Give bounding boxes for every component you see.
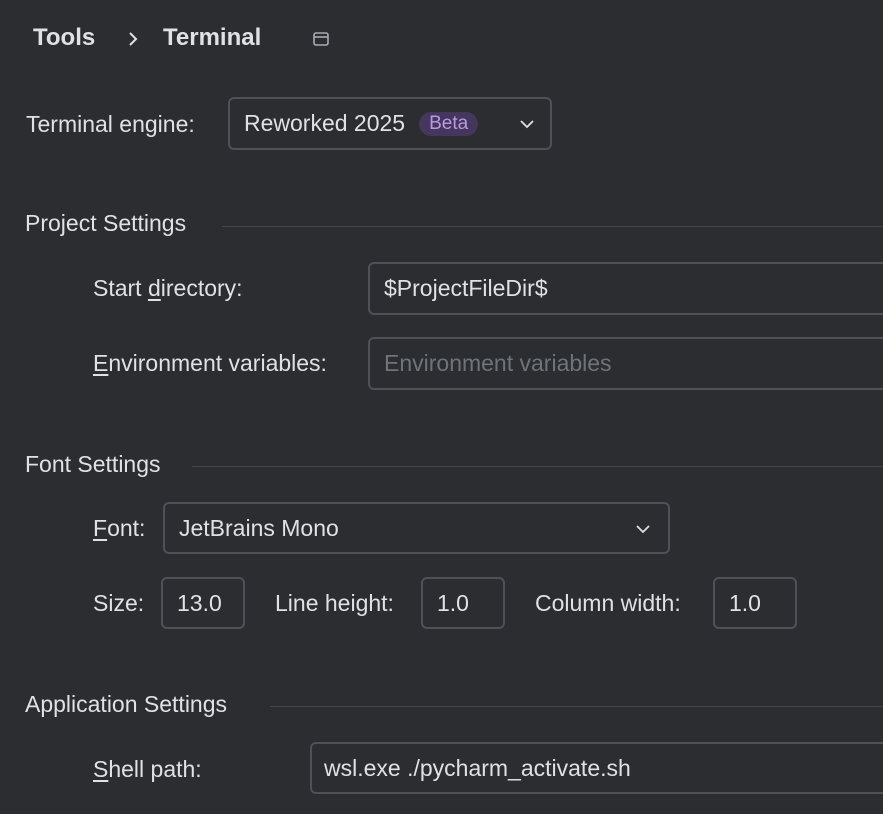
font-settings-title: Font Settings bbox=[25, 451, 161, 477]
chevron-down-icon bbox=[520, 120, 534, 129]
project-settings-separator bbox=[222, 226, 883, 227]
application-settings-separator bbox=[270, 706, 883, 707]
column-width-label: Column width: bbox=[535, 590, 681, 616]
breadcrumb-tools[interactable]: Tools bbox=[33, 24, 95, 52]
chevron-down-icon bbox=[636, 525, 650, 534]
breadcrumb-terminal: Terminal bbox=[163, 24, 262, 51]
chevron-right-icon bbox=[129, 32, 138, 46]
size-field[interactable]: 13.0 bbox=[161, 577, 245, 629]
font-settings-separator bbox=[192, 466, 883, 467]
font-dropdown[interactable]: JetBrains Mono bbox=[163, 502, 670, 554]
terminal-engine-value: Reworked 2025 bbox=[244, 110, 406, 136]
beta-badge: Beta bbox=[419, 111, 479, 136]
shell-path-field[interactable]: wsl.exe ./pycharm_activate.sh bbox=[310, 742, 883, 794]
start-directory-field[interactable]: $ProjectFileDir$ bbox=[368, 262, 883, 315]
project-settings-title: Project Settings bbox=[25, 210, 187, 236]
font-label: Font: bbox=[93, 515, 146, 541]
shell-path-value: wsl.exe ./pycharm_activate.sh bbox=[324, 754, 631, 781]
window-icon[interactable] bbox=[312, 31, 330, 47]
terminal-engine-label: Terminal engine: bbox=[26, 111, 195, 137]
shell-path-label: Shell path: bbox=[93, 756, 202, 782]
environment-variables-label: Environment variables: bbox=[93, 350, 327, 376]
font-value: JetBrains Mono bbox=[179, 514, 339, 541]
line-height-label: Line height: bbox=[275, 590, 394, 616]
line-height-field[interactable]: 1.0 bbox=[421, 577, 505, 629]
start-directory-label: Start directory: bbox=[93, 275, 243, 301]
column-width-field[interactable]: 1.0 bbox=[713, 577, 797, 629]
environment-variables-field[interactable]: Environment variables bbox=[368, 337, 883, 390]
terminal-engine-dropdown[interactable]: Reworked 2025 Beta bbox=[228, 97, 552, 150]
size-value: 13.0 bbox=[177, 589, 222, 616]
line-height-value: 1.0 bbox=[437, 589, 469, 616]
environment-variables-placeholder: Environment variables bbox=[384, 350, 612, 376]
application-settings-title: Application Settings bbox=[25, 691, 228, 717]
column-width-value: 1.0 bbox=[729, 589, 761, 616]
size-label: Size: bbox=[93, 590, 145, 616]
start-directory-value: $ProjectFileDir$ bbox=[384, 275, 548, 301]
